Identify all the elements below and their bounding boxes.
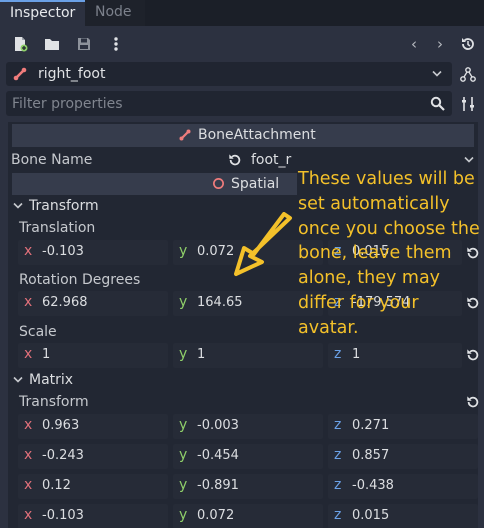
axis-x-label: x <box>24 477 33 493</box>
more-vertical-icon[interactable] <box>108 36 124 52</box>
matrix-value: -0.438 <box>352 478 394 493</box>
matrix-row-4-x-field[interactable] <box>18 504 168 528</box>
matrix-row-2-z-field[interactable] <box>328 444 478 469</box>
scale-z-field[interactable] <box>328 343 462 368</box>
matrix-value: -0.103 <box>42 508 84 523</box>
search-icon <box>430 96 445 111</box>
axis-x-label: x <box>24 417 33 433</box>
bone-name-value[interactable]: foot_r <box>251 152 291 168</box>
save-icon[interactable] <box>76 36 92 52</box>
translation-label: Translation <box>19 220 96 236</box>
translation-x-field[interactable] <box>18 240 168 265</box>
matrix-row-2-x-field[interactable] <box>18 444 168 469</box>
bone-icon <box>13 67 27 81</box>
object-properties-icon[interactable] <box>459 66 477 84</box>
matrix-row-3-x-field[interactable] <box>18 474 168 499</box>
matrix-row-4-z-field[interactable] <box>328 504 478 528</box>
tab-node[interactable]: Node <box>85 0 145 26</box>
revert-icon[interactable] <box>466 348 480 362</box>
tools-icon[interactable] <box>460 96 476 112</box>
matrix-row-3-y-field[interactable] <box>173 474 323 499</box>
revert-icon[interactable] <box>466 395 480 409</box>
transform-section-label[interactable]: Transform <box>29 198 99 214</box>
scale-y-field[interactable] <box>173 343 323 368</box>
axis-y-label: y <box>179 294 188 310</box>
axis-z-label: z <box>334 417 342 433</box>
axis-y-label: y <box>179 346 188 362</box>
matrix-value: -0.454 <box>197 448 239 463</box>
rotation-x-value: 62.968 <box>42 295 88 310</box>
matrix-row-1-x-field[interactable] <box>18 414 168 439</box>
axis-x-label: x <box>24 346 33 362</box>
rotation-degrees-label: Rotation Degrees <box>19 272 141 288</box>
spatial-label: Spatial <box>231 176 280 192</box>
scale-x-value: 1 <box>42 347 51 362</box>
matrix-section-label[interactable]: Matrix <box>29 372 73 388</box>
matrix-value: -0.891 <box>197 478 239 493</box>
open-folder-icon[interactable] <box>44 36 60 52</box>
chevron-down-icon[interactable] <box>432 70 442 78</box>
axis-x-label: x <box>24 243 33 259</box>
annotation-arrow-icon <box>234 212 292 276</box>
axis-z-label: z <box>334 346 342 362</box>
axis-x-label: x <box>24 447 33 463</box>
scale-z-value: 1 <box>352 347 361 362</box>
matrix-row-2-y-field[interactable] <box>173 444 323 469</box>
matrix-value: 0.12 <box>42 478 71 493</box>
collapse-arrow-icon[interactable] <box>13 376 23 384</box>
revert-icon[interactable] <box>228 153 242 167</box>
spatial-icon <box>213 178 224 189</box>
matrix-value: 0.963 <box>42 418 80 433</box>
translation-x-value: -0.103 <box>42 244 84 259</box>
matrix-row-1-z-field[interactable] <box>328 414 478 439</box>
axis-x-label: x <box>24 507 33 523</box>
matrix-row-1-y-field[interactable] <box>173 414 323 439</box>
collapse-arrow-icon[interactable] <box>13 202 23 210</box>
new-resource-icon[interactable] <box>12 36 28 52</box>
axis-z-label: z <box>334 447 342 463</box>
scale-x-field[interactable] <box>18 343 168 368</box>
filter-placeholder: Filter properties <box>12 96 123 112</box>
axis-y-label: y <box>179 507 188 523</box>
history-back-button[interactable]: ‹ <box>411 35 417 53</box>
axis-z-label: z <box>334 507 342 523</box>
axis-y-label: y <box>179 477 188 493</box>
axis-y-label: y <box>179 447 188 463</box>
matrix-value: -0.003 <box>197 418 239 433</box>
class-header-label: BoneAttachment <box>198 127 316 143</box>
axis-y-label: y <box>179 243 188 259</box>
rotation-y-value: 164.65 <box>197 295 243 310</box>
tab-inspector[interactable]: Inspector <box>0 0 85 26</box>
bone-attachment-icon <box>179 129 191 141</box>
rotation-x-field[interactable] <box>18 291 168 316</box>
bone-name-label: Bone Name <box>11 152 93 168</box>
scale-y-value: 1 <box>197 347 206 362</box>
history-icon[interactable] <box>460 36 476 52</box>
matrix-value: 0.072 <box>197 508 235 523</box>
axis-x-label: x <box>24 294 33 310</box>
matrix-row-4-y-field[interactable] <box>173 504 323 528</box>
scale-label: Scale <box>19 324 57 340</box>
annotation-note: These values will be set automatically o… <box>298 169 480 338</box>
matrix-row-3-z-field[interactable] <box>328 474 478 499</box>
matrix-value: -0.243 <box>42 448 84 463</box>
axis-y-label: y <box>179 417 188 433</box>
matrix-transform-label: Transform <box>19 394 89 410</box>
matrix-value: 0.015 <box>352 508 390 523</box>
chevron-down-icon[interactable] <box>464 156 474 164</box>
axis-z-label: z <box>334 477 342 493</box>
matrix-value: 0.857 <box>352 448 390 463</box>
object-name: right_foot <box>38 66 106 82</box>
history-forward-button[interactable]: › <box>437 35 443 53</box>
matrix-value: 0.271 <box>352 418 390 433</box>
